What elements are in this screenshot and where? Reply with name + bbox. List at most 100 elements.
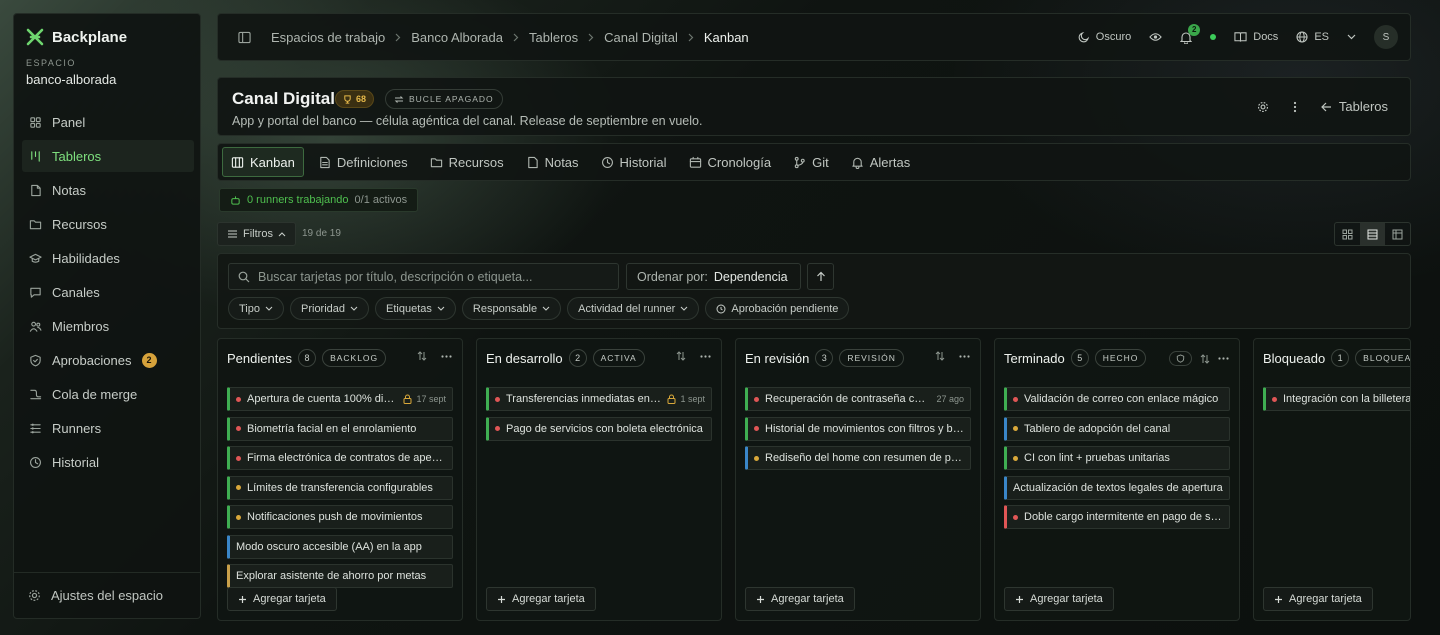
priority-dot — [1272, 396, 1277, 402]
tab-notas[interactable]: Notas — [518, 147, 587, 177]
sort-direction-button[interactable] — [807, 263, 834, 290]
more-horizontal-icon[interactable] — [441, 354, 452, 358]
add-card-button[interactable]: Agregar tarjeta — [227, 587, 337, 611]
visibility-button[interactable] — [1149, 31, 1162, 43]
filter-chip-etiquetas[interactable]: Etiquetas — [375, 297, 456, 320]
kanban-card[interactable]: Doble cargo intermitente en pago de serv… — [1004, 505, 1230, 529]
sidebar-item-cola-de-merge[interactable]: Cola de merge — [22, 378, 194, 410]
shield-icon[interactable] — [1169, 351, 1192, 366]
kanban-card[interactable]: Recuperación de contraseña con OTP 27 ago — [745, 387, 971, 411]
tab-historial[interactable]: Historial — [593, 147, 675, 177]
order-select[interactable]: Ordenar por: Dependencia — [626, 263, 801, 290]
more-horizontal-icon[interactable] — [700, 354, 711, 358]
sidebar-item-canales[interactable]: Canales — [22, 276, 194, 308]
breadcrumb-item[interactable]: Banco Alborada — [411, 30, 503, 45]
filter-chip-prioridad[interactable]: Prioridad — [290, 297, 370, 320]
sort-icon[interactable] — [1200, 353, 1210, 364]
breadcrumb-item[interactable]: Espacios de trabajo — [271, 30, 385, 45]
workspace-settings-button[interactable]: Ajustes del espacio — [14, 572, 200, 618]
filters-button[interactable]: Filtros — [217, 222, 296, 246]
sidebar-item-historial[interactable]: Historial — [22, 446, 194, 478]
priority-dot — [495, 426, 500, 431]
sort-icon[interactable] — [417, 351, 427, 361]
sidebar-item-miembros[interactable]: Miembros — [22, 310, 194, 342]
loop-status-badge[interactable]: BUCLE APAGADO — [385, 89, 503, 109]
notifications-button[interactable]: 2 — [1180, 23, 1201, 44]
column-status-tag: BACKLOG — [322, 349, 387, 367]
card-meta: 17 sept — [403, 394, 446, 404]
sidebar-item-tableros[interactable]: Tableros — [22, 140, 194, 172]
search-field[interactable]: Buscar tarjetas por título, descripción … — [228, 263, 619, 290]
filter-chip-aprobacion-pendiente[interactable]: Aprobación pendiente — [705, 297, 850, 320]
kanban-card[interactable]: Firma electrónica de contratos de apertu… — [227, 446, 453, 470]
more-horizontal-icon[interactable] — [959, 354, 970, 358]
tab-definiciones[interactable]: Definiciones — [310, 147, 416, 177]
theme-toggle[interactable]: Oscuro — [1078, 31, 1131, 43]
kanban-card[interactable]: Explorar asistente de ahorro por metas — [227, 564, 453, 588]
sidebar-toggle-icon[interactable] — [238, 31, 251, 44]
tab-git[interactable]: Git — [785, 147, 837, 177]
sort-icon[interactable] — [676, 351, 686, 361]
grid-view-icon[interactable] — [1335, 223, 1360, 245]
tab-kanban[interactable]: Kanban — [222, 147, 304, 177]
back-to-boards-button[interactable]: Tableros — [1321, 99, 1388, 114]
breadcrumb-item[interactable]: Canal Digital — [604, 30, 678, 45]
docs-link[interactable]: Docs — [1234, 31, 1278, 43]
settings-icon[interactable] — [1257, 101, 1269, 113]
chevron-right-icon — [395, 33, 401, 42]
kanban-card[interactable]: Historial de movimientos con filtros y b… — [745, 416, 971, 441]
priority-dot — [1013, 396, 1018, 402]
column-status-tag: REVISIÓN — [839, 349, 904, 367]
sidebar-item-panel[interactable]: Panel — [22, 106, 194, 138]
breadcrumb-item[interactable]: Tableros — [529, 30, 578, 45]
add-card-button[interactable]: Agregar tarjeta — [486, 587, 596, 611]
tab-alertas[interactable]: Alertas — [843, 147, 918, 177]
table-view-icon[interactable] — [1385, 223, 1410, 245]
more-vertical-icon[interactable] — [1293, 101, 1297, 113]
kanban-card[interactable]: Biometría facial en el enrolamiento — [227, 416, 453, 441]
card-count: 19 de 19 — [302, 228, 341, 239]
workspace-name[interactable]: banco-alborada — [26, 72, 116, 87]
kanban-card[interactable]: Actualización de textos legales de apert… — [1004, 475, 1230, 500]
list-view-icon[interactable] — [1360, 223, 1385, 245]
kanban-card[interactable]: Pago de servicios con boleta electrónica — [486, 416, 712, 441]
priority-dot — [495, 396, 500, 402]
add-card-button[interactable]: Agregar tarjeta — [1004, 587, 1114, 611]
kanban-card[interactable]: Notificaciones push de movimientos — [227, 505, 453, 529]
sidebar-item-notas[interactable]: Notas — [22, 174, 194, 206]
kanban-card[interactable]: Rediseño del home con resumen de product… — [745, 446, 971, 470]
plus-icon — [1274, 595, 1283, 604]
avatar[interactable]: S — [1374, 25, 1398, 49]
sidebar-item-aprobaciones[interactable]: Aprobaciones 2 — [22, 344, 194, 376]
tab-cronologia[interactable]: Cronología — [681, 147, 780, 177]
filter-chip-actividad-del-runner[interactable]: Actividad del runner — [567, 297, 700, 320]
kanban-card[interactable]: CI con lint + pruebas unitarias — [1004, 446, 1230, 470]
kanban-card[interactable]: Integración con la billetera del core ba… — [1263, 387, 1410, 411]
chevron-down-icon[interactable] — [1347, 34, 1356, 40]
add-card-button[interactable]: Agregar tarjeta — [745, 587, 855, 611]
kanban-card[interactable]: Validación de correo con enlace mágico — [1004, 387, 1230, 411]
kanban-card[interactable]: Apertura de cuenta 100% digital 17 sept — [227, 387, 453, 411]
priority-dot — [1013, 514, 1018, 520]
kanban-card[interactable]: Límites de transferencia configurables — [227, 475, 453, 500]
filter-chip-tipo[interactable]: Tipo — [228, 297, 284, 320]
search-input[interactable]: Buscar tarjetas por título, descripción … — [258, 270, 532, 284]
tab-note-icon — [526, 156, 539, 169]
sort-icon[interactable] — [935, 351, 945, 361]
language-selector[interactable]: ES — [1296, 31, 1329, 43]
kanban-card[interactable]: Transferencias inmediatas entre bancos 1 … — [486, 387, 712, 411]
add-card-button[interactable]: Agregar tarjeta — [1263, 587, 1373, 611]
kanban-card[interactable]: Tablero de adopción del canal — [1004, 416, 1230, 441]
filter-chip-responsable[interactable]: Responsable — [461, 297, 562, 320]
sidebar-item-recursos[interactable]: Recursos — [22, 208, 194, 240]
add-card-label: Agregar tarjeta — [1289, 593, 1362, 605]
column-title: Terminado — [1004, 350, 1065, 366]
tab-recursos[interactable]: Recursos — [422, 147, 512, 177]
breadcrumb-item[interactable]: Kanban — [704, 30, 749, 45]
column-terminado: Terminado 5 HECHO Validación de correo con … — [994, 338, 1240, 621]
sidebar-item-habilidades[interactable]: Habilidades — [22, 242, 194, 274]
brand[interactable]: Backplane — [26, 28, 127, 46]
more-horizontal-icon[interactable] — [1218, 357, 1229, 360]
kanban-card[interactable]: Modo oscuro accesible (AA) en la app — [227, 534, 453, 559]
sidebar-item-runners[interactable]: Runners — [22, 412, 194, 444]
